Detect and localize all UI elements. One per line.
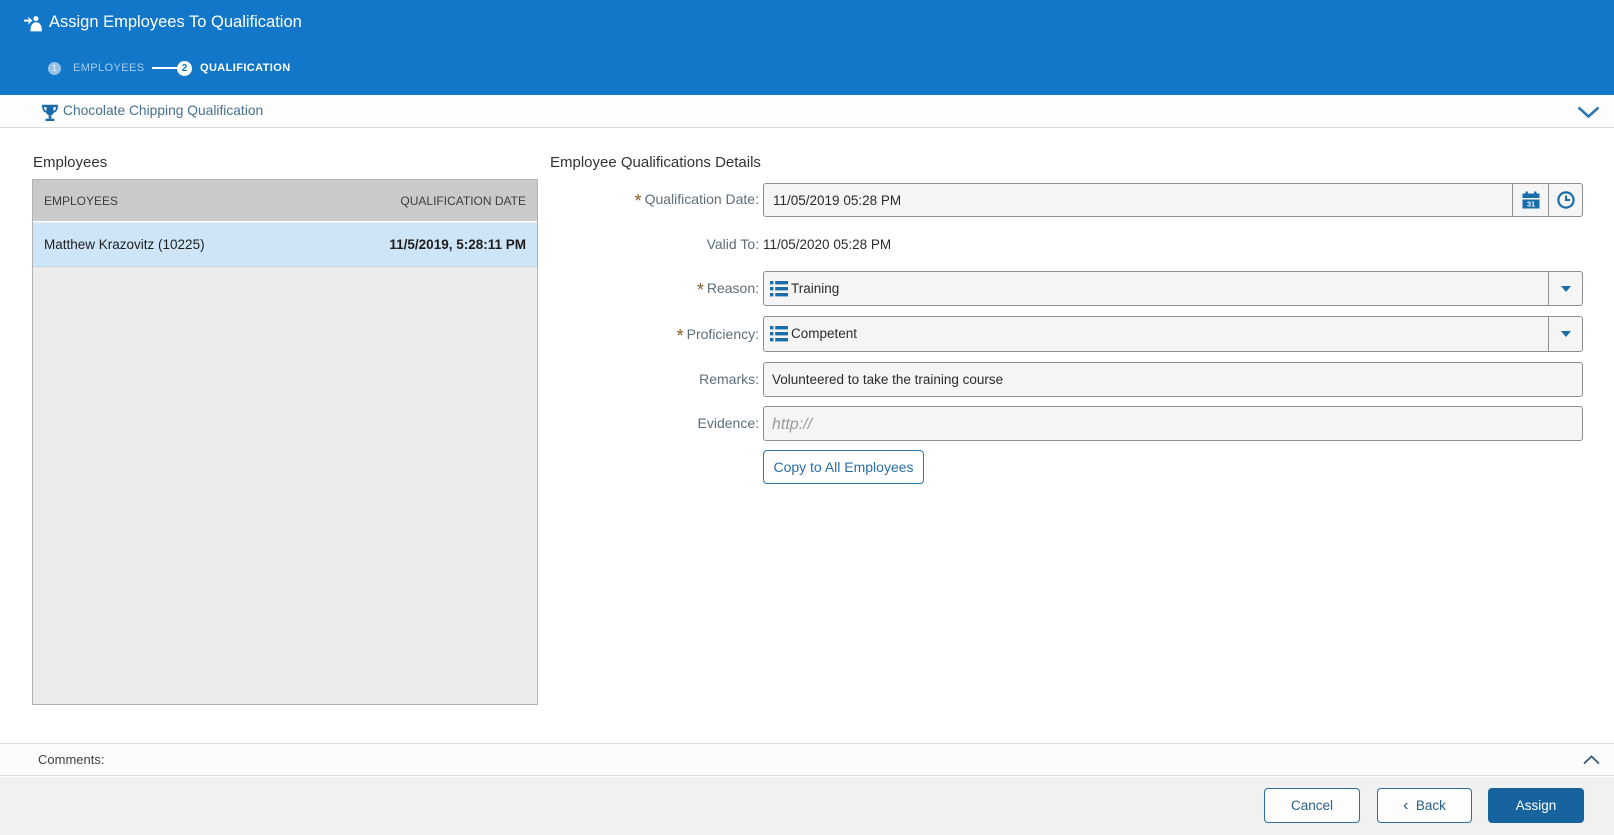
- svg-text:31: 31: [1526, 200, 1534, 209]
